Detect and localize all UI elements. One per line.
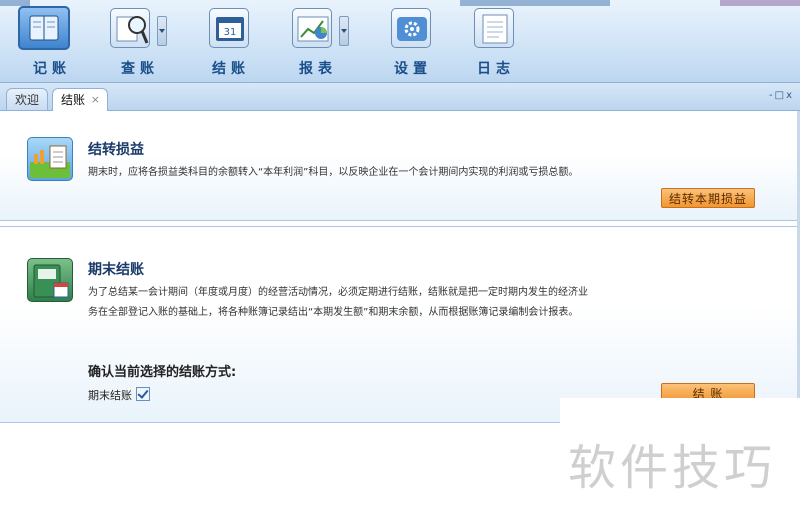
watermark-text: 软件技巧 bbox=[568, 440, 777, 496]
transfer-profit-loss-panel: 结转损益 期末时，应将各损益类科目的余额转入“本年利润”科目，以反映企业在一个会… bbox=[0, 111, 800, 221]
magnifier-icon bbox=[110, 8, 150, 48]
reports-dropdown-chevron-down-icon[interactable] bbox=[339, 16, 349, 46]
period-end-checkbox[interactable] bbox=[136, 387, 150, 401]
transfer-description: 期末时，应将各损益类科目的余额转入“本年利润”科目，以反映企业在一个会计期间内实… bbox=[88, 167, 579, 178]
toolbar-button-log[interactable]: 日志 bbox=[472, 8, 532, 80]
period-end-checkbox-label: 期末结账 bbox=[88, 389, 132, 402]
toolbar-button-closing[interactable]: 31 结账 bbox=[207, 8, 267, 80]
close-icon[interactable]: × bbox=[91, 89, 100, 111]
closing-description-line1: 为了总结某一会计期间（年度或月度）的经营活动情况，必须定期进行结账，结账就是把一… bbox=[88, 287, 588, 298]
toolbar-label-audit: 查账 bbox=[121, 61, 159, 77]
title-strip-right bbox=[460, 0, 610, 6]
tab-strip: 欢迎 结账 × -□x bbox=[0, 83, 800, 111]
toolbar-label-reports: 报表 bbox=[299, 61, 337, 77]
log-notebook-icon bbox=[474, 8, 514, 48]
gear-icon bbox=[391, 8, 431, 48]
closing-book-icon bbox=[27, 258, 73, 302]
toolbar-label-bookkeeping: 记账 bbox=[33, 61, 71, 77]
audit-dropdown-chevron-down-icon[interactable] bbox=[157, 16, 167, 46]
main-toolbar: 记账 查账 31 结账 报表 设置 日志 bbox=[0, 0, 800, 83]
transfer-title: 结转损益 bbox=[88, 142, 144, 158]
toolbar-button-bookkeeping[interactable]: 记账 bbox=[18, 6, 78, 80]
closing-description-line2: 务在全部登记入账的基础上，将各种账簿记录结出“本期发生额”和期末余额，从而根据账… bbox=[88, 307, 579, 318]
title-strip-corner bbox=[720, 0, 800, 6]
toolbar-button-audit[interactable]: 查账 bbox=[110, 8, 170, 80]
tab-closing[interactable]: 结账 × bbox=[52, 88, 108, 111]
window-controls[interactable]: -□x bbox=[769, 90, 794, 101]
toolbar-label-settings: 设置 bbox=[394, 61, 432, 77]
toolbar-button-settings[interactable]: 设置 bbox=[389, 8, 449, 80]
watermark-box: 软件技巧 bbox=[560, 398, 800, 519]
toolbar-label-closing: 结账 bbox=[212, 61, 250, 77]
ledger-book-icon bbox=[18, 6, 70, 50]
period-end-checkbox-row[interactable]: 期末结账 bbox=[88, 387, 150, 403]
toolbar-label-log: 日志 bbox=[477, 61, 515, 77]
calendar-icon: 31 bbox=[209, 8, 249, 48]
calendar-day: 31 bbox=[224, 27, 237, 38]
confirm-closing-method-label: 确认当前选择的结账方式: bbox=[88, 365, 237, 380]
closing-title: 期末结账 bbox=[88, 262, 144, 278]
tab-closing-label: 结账 bbox=[61, 93, 86, 107]
tab-welcome[interactable]: 欢迎 bbox=[6, 88, 48, 110]
period-end-closing-panel: 期末结账 为了总结某一会计期间（年度或月度）的经营活动情况，必须定期进行结账，结… bbox=[0, 226, 800, 423]
tab-welcome-label: 欢迎 bbox=[14, 93, 39, 107]
profit-loss-chart-icon bbox=[27, 137, 73, 181]
transfer-profit-loss-button[interactable]: 结转本期损益 bbox=[661, 188, 755, 208]
chart-report-icon bbox=[292, 8, 332, 48]
toolbar-button-reports[interactable]: 报表 bbox=[292, 8, 352, 80]
